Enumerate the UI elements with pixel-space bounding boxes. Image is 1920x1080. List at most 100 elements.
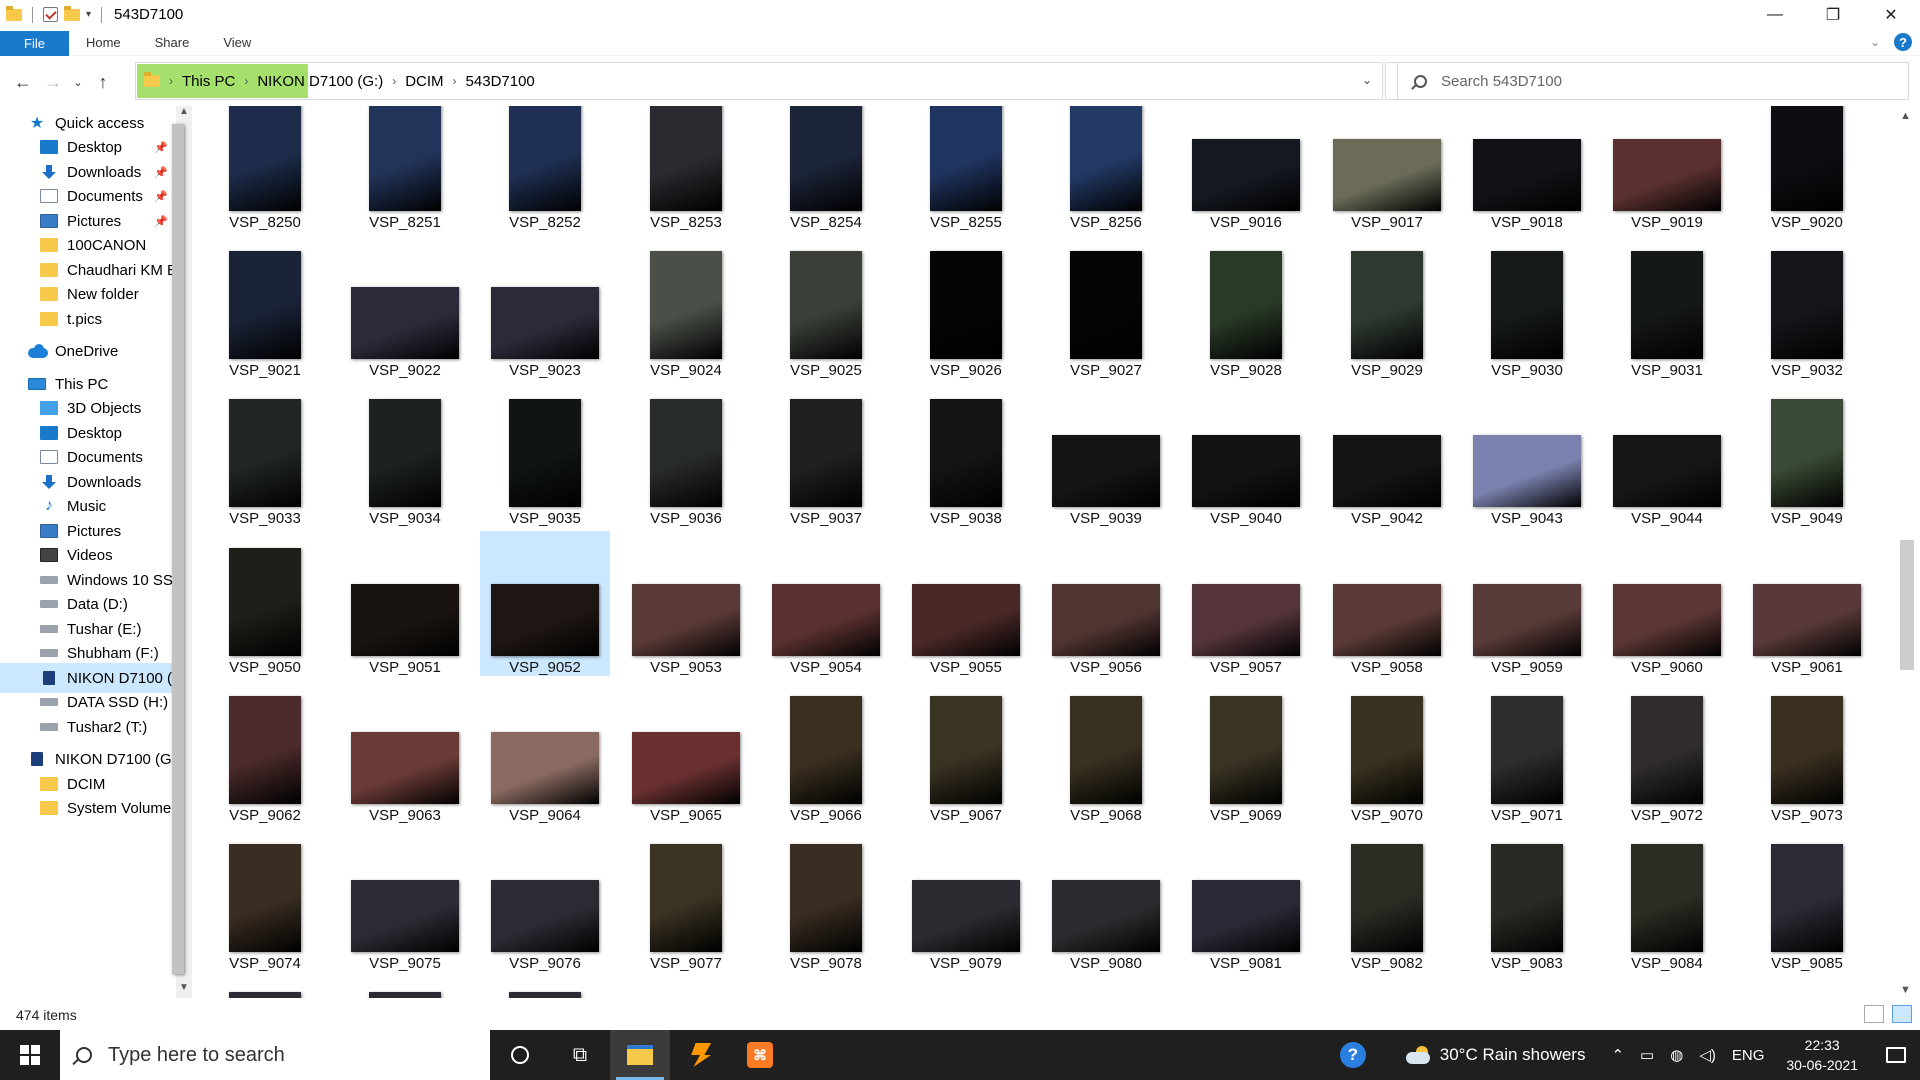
file-item[interactable]: VSP_9056 [1041, 531, 1171, 676]
file-item[interactable]: VSP_9050 [200, 531, 330, 676]
chevron-up-icon[interactable]: ⌃ [1611, 1046, 1624, 1064]
help-icon[interactable]: ? [1894, 33, 1912, 51]
file-item[interactable]: VSP_8252 [480, 106, 610, 231]
file-item[interactable]: VSP_9032 [1742, 234, 1872, 379]
file-item[interactable]: VSP_9066 [761, 679, 891, 824]
tab-share[interactable]: Share [138, 29, 207, 56]
properties-icon[interactable] [43, 7, 58, 22]
file-item[interactable]: VSP_9075 [340, 827, 470, 972]
scroll-down-icon[interactable]: ▼ [176, 982, 192, 998]
file-item[interactable]: VSP_9081 [1181, 827, 1311, 972]
file-item[interactable]: VSP_9044 [1602, 382, 1732, 527]
tab-view[interactable]: View [206, 29, 268, 56]
task-view-button[interactable]: ⧉ [550, 1030, 610, 1080]
file-item[interactable]: VSP_8251 [340, 106, 470, 231]
file-item[interactable]: VSP_9054 [761, 531, 891, 676]
file-item[interactable]: VSP_9034 [340, 382, 470, 527]
file-item[interactable]: VSP_8255 [901, 106, 1031, 231]
file-item[interactable]: VSP_9040 [1181, 382, 1311, 527]
file-item[interactable]: VSP_9019 [1602, 106, 1732, 231]
battery-icon[interactable]: ▭ [1640, 1046, 1654, 1064]
file-item[interactable]: VSP_8254 [761, 106, 891, 231]
file-item[interactable]: VSP_9036 [621, 382, 751, 527]
cortana-button[interactable] [490, 1030, 550, 1080]
file-item[interactable]: VSP_9049 [1742, 382, 1872, 527]
sidebar-item-onedrive[interactable]: OneDrive [0, 336, 176, 366]
volume-icon[interactable]: ◁) [1699, 1046, 1716, 1064]
file-item[interactable]: VSP_9082 [1322, 827, 1452, 972]
file-item[interactable]: VSP_9065 [621, 679, 751, 824]
chevron-right-icon[interactable]: › [392, 74, 396, 88]
file-item[interactable] [1602, 975, 1732, 998]
file-item[interactable] [480, 975, 610, 998]
up-arrow-icon[interactable]: ↑ [88, 72, 118, 93]
maximize-button[interactable]: ❐ [1804, 0, 1862, 29]
file-item[interactable]: VSP_9085 [1742, 827, 1872, 972]
file-item[interactable]: VSP_8253 [621, 106, 751, 231]
file-item[interactable]: VSP_9072 [1602, 679, 1732, 824]
file-item[interactable]: VSP_9039 [1041, 382, 1171, 527]
tab-home[interactable]: Home [69, 29, 138, 56]
file-item[interactable] [1462, 975, 1592, 998]
file-item[interactable] [340, 975, 470, 998]
file-item[interactable]: VSP_9060 [1602, 531, 1732, 676]
new-folder-icon[interactable] [64, 5, 80, 21]
start-button[interactable] [0, 1030, 60, 1080]
taskbar-search-box[interactable]: Type here to search [60, 1030, 490, 1080]
scrollbar-thumb[interactable] [1900, 540, 1914, 670]
file-item[interactable] [200, 975, 330, 998]
file-item[interactable] [761, 975, 891, 998]
file-item[interactable]: VSP_9043 [1462, 382, 1592, 527]
file-item[interactable]: VSP_9078 [761, 827, 891, 972]
file-item[interactable]: VSP_9021 [200, 234, 330, 379]
file-item[interactable]: VSP_9070 [1322, 679, 1452, 824]
file-item[interactable]: VSP_9079 [901, 827, 1031, 972]
recent-locations-icon[interactable]: ⌄ [68, 76, 88, 89]
address-history-dropdown-icon[interactable]: ⌄ [1362, 73, 1372, 87]
scroll-up-icon[interactable]: ▲ [1900, 110, 1916, 122]
file-item[interactable]: VSP_9022 [340, 234, 470, 379]
language-indicator[interactable]: ENG [1732, 1047, 1765, 1064]
search-input[interactable]: Search 543D7100 [1397, 62, 1909, 100]
close-button[interactable]: ✕ [1862, 0, 1920, 29]
file-item[interactable]: VSP_9058 [1322, 531, 1452, 676]
back-arrow-icon[interactable]: ← [8, 72, 38, 93]
sidebar-item-t-pics[interactable]: t.pics [0, 304, 176, 334]
file-item[interactable]: VSP_9020 [1742, 106, 1872, 231]
file-item[interactable]: VSP_9083 [1462, 827, 1592, 972]
scroll-down-icon[interactable]: ▼ [1900, 984, 1916, 996]
file-item[interactable]: VSP_8250 [200, 106, 330, 231]
file-item[interactable]: VSP_9061 [1742, 531, 1872, 676]
file-item[interactable]: VSP_9023 [480, 234, 610, 379]
help-question-icon[interactable]: ? [1339, 1042, 1366, 1068]
file-item[interactable]: VSP_9026 [901, 234, 1031, 379]
file-item[interactable]: VSP_9077 [621, 827, 751, 972]
notification-center-button[interactable] [1872, 1030, 1920, 1080]
breadcrumb-dcim[interactable]: DCIM [405, 73, 443, 90]
chevron-right-icon[interactable]: › [244, 74, 248, 88]
breadcrumb-current-folder[interactable]: 543D7100 [466, 73, 535, 90]
file-item[interactable]: VSP_9069 [1181, 679, 1311, 824]
network-icon[interactable]: ◍ [1670, 1046, 1683, 1064]
file-item[interactable]: VSP_9068 [1041, 679, 1171, 824]
file-item[interactable]: VSP_9017 [1322, 106, 1452, 231]
file-item[interactable]: VSP_8256 [1041, 106, 1171, 231]
file-view-scrollbar[interactable]: ▲ ▼ [1896, 106, 1920, 998]
file-item[interactable]: VSP_9051 [340, 531, 470, 676]
file-item[interactable]: VSP_9030 [1462, 234, 1592, 379]
file-item[interactable]: VSP_9018 [1462, 106, 1592, 231]
file-item[interactable]: VSP_9024 [621, 234, 751, 379]
file-item[interactable] [1181, 975, 1311, 998]
file-item[interactable]: VSP_9067 [901, 679, 1031, 824]
breadcrumb-nikon-drive[interactable]: NIKON D7100 (G:) [257, 73, 383, 90]
file-item[interactable]: VSP_9080 [1041, 827, 1171, 972]
scroll-up-icon[interactable]: ▲ [176, 106, 192, 122]
scrollbar-thumb[interactable] [172, 124, 184, 974]
file-item[interactable]: VSP_9033 [200, 382, 330, 527]
file-item[interactable] [1322, 975, 1452, 998]
file-item[interactable]: VSP_9038 [901, 382, 1031, 527]
file-item[interactable]: VSP_9035 [480, 382, 610, 527]
file-item[interactable] [1041, 975, 1171, 998]
file-item[interactable]: VSP_9028 [1181, 234, 1311, 379]
file-explorer-taskbar-button[interactable] [610, 1030, 670, 1080]
